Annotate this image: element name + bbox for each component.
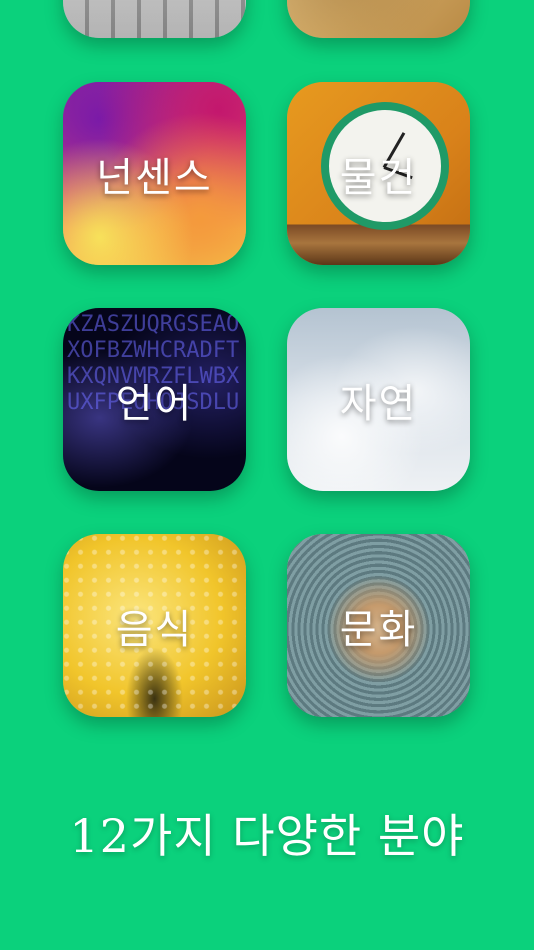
category-tile-nonsense[interactable]: 넌센스: [63, 82, 246, 265]
category-label: 음식: [115, 606, 194, 653]
category-label: 자연: [339, 380, 418, 427]
map-image: [287, 0, 470, 38]
category-tile-partial-right[interactable]: [287, 0, 470, 38]
keyboard-image: [63, 0, 246, 38]
category-label: 문화: [339, 606, 418, 653]
category-tile-language[interactable]: KZASZUQRGSEAOXOFBZWHCRADFTKXQNVMRZFLWBXU…: [63, 308, 246, 491]
category-tile-food[interactable]: 음식: [63, 534, 246, 717]
category-label: 언어: [115, 380, 194, 427]
category-label: 물건: [339, 154, 418, 201]
footer-caption: 12가지 다양한 분야: [69, 809, 465, 863]
category-tile-objects[interactable]: 물건: [287, 82, 470, 265]
category-tile-culture[interactable]: 문화: [287, 534, 470, 717]
category-screen: 넌센스 물건 KZASZUQRGSEAOXOFBZWHCRADFTKXQNVMR…: [0, 0, 534, 950]
category-tile-nature[interactable]: 자연: [287, 308, 470, 491]
category-label: 넌센스: [96, 154, 213, 201]
category-tile-partial-left[interactable]: [63, 0, 246, 38]
